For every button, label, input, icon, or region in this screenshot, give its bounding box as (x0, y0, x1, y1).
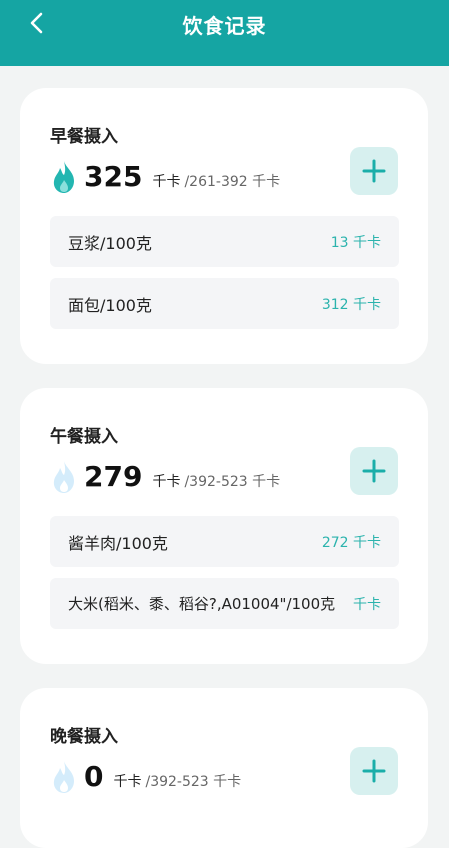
meal-card-dinner: 晚餐摄入 0 千卡 /392-523 千卡 (20, 688, 428, 848)
flame-icon (53, 161, 74, 193)
plus-icon (362, 159, 386, 183)
food-name: 大米(稻米、黍、稻谷?,A01004"/100克 (68, 595, 336, 613)
meal-title: 晚餐摄入 (50, 727, 118, 747)
plus-icon (362, 759, 386, 783)
calorie-summary: 279 千卡 /392-523 千卡 (50, 460, 280, 494)
food-name: 面包/100克 (68, 295, 152, 315)
flame-icon (53, 461, 74, 493)
app-header: 饮食记录 (0, 0, 449, 66)
page-title: 饮食记录 (182, 14, 267, 38)
calorie-summary: 0 千卡 /392-523 千卡 (50, 760, 241, 794)
meal-title: 早餐摄入 (50, 127, 118, 147)
food-name: 豆浆/100克 (68, 233, 152, 253)
meal-card-breakfast: 早餐摄入 325 千卡 /261-392 千卡 豆浆/100克 13 千卡 面包… (20, 88, 428, 364)
add-food-button[interactable] (350, 747, 398, 795)
food-calories: 千卡 (353, 596, 381, 613)
meal-title: 午餐摄入 (50, 427, 118, 447)
calorie-value: 279 (84, 460, 143, 493)
add-food-button[interactable] (350, 147, 398, 195)
flame-icon (53, 761, 74, 793)
food-calories: 272 千卡 (321, 534, 381, 551)
calorie-range: /261-392 千卡 (184, 174, 281, 190)
food-item[interactable]: 面包/100克 312 千卡 (50, 278, 399, 329)
food-name: 酱羊肉/100克 (68, 533, 168, 553)
calorie-range: /392-523 千卡 (145, 774, 242, 790)
calorie-value: 325 (84, 160, 143, 193)
food-item[interactable]: 大米(稻米、黍、稻谷?,A01004"/100克 千卡 (50, 578, 399, 629)
calorie-summary: 325 千卡 /261-392 千卡 (50, 160, 280, 194)
add-food-button[interactable] (350, 447, 398, 495)
food-item[interactable]: 酱羊肉/100克 272 千卡 (50, 516, 399, 567)
food-item[interactable]: 豆浆/100克 13 千卡 (50, 216, 399, 267)
calorie-unit: 千卡 (152, 174, 181, 190)
meal-card-lunch: 午餐摄入 279 千卡 /392-523 千卡 酱羊肉/100克 272 千卡 … (20, 388, 428, 664)
food-calories: 312 千卡 (321, 296, 381, 313)
calorie-unit: 千卡 (113, 774, 142, 790)
plus-icon (362, 459, 386, 483)
food-calories: 13 千卡 (330, 234, 381, 251)
calorie-range: /392-523 千卡 (184, 474, 281, 490)
calorie-unit: 千卡 (152, 474, 181, 490)
calorie-value: 0 (84, 760, 104, 793)
